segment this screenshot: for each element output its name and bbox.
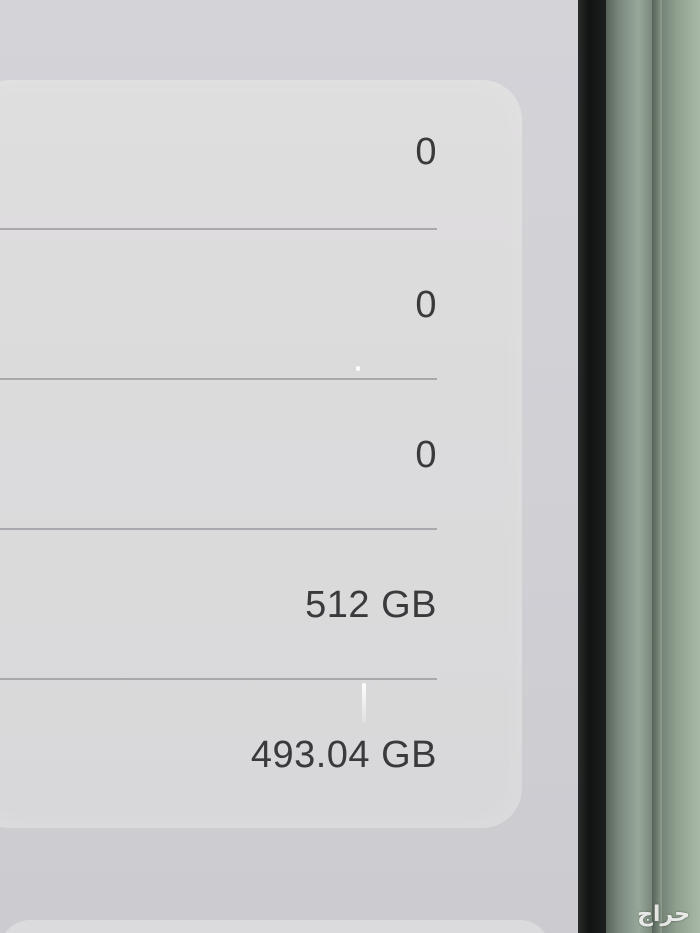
- phone-screen: 0 0 0 512 GB 493.04 GB: [0, 0, 578, 933]
- row-value: 0: [415, 434, 437, 476]
- available-value: 493.04 GB: [250, 734, 437, 776]
- row-value: 0: [415, 284, 437, 326]
- row-value: 0: [415, 131, 437, 173]
- available-row: 493.04 GB: [0, 680, 467, 830]
- watermark-logo: حراج: [637, 902, 690, 927]
- phone-photo: 0 0 0 512 GB 493.04 GB حراج: [0, 0, 700, 933]
- storage-info-card: 0 0 0 512 GB 493.04 GB: [0, 80, 522, 828]
- phone-case-highlight: [652, 0, 662, 933]
- phone-frame-edge: [578, 0, 606, 933]
- screen-glare-streak: [362, 683, 366, 723]
- info-row: 0: [0, 230, 467, 380]
- capacity-row: 512 GB: [0, 530, 467, 680]
- capacity-value: 512 GB: [305, 584, 437, 626]
- info-row: 0: [0, 380, 467, 530]
- info-row: 0: [0, 80, 467, 230]
- next-section-card: [0, 920, 550, 933]
- screen-glare-speck: [356, 366, 360, 371]
